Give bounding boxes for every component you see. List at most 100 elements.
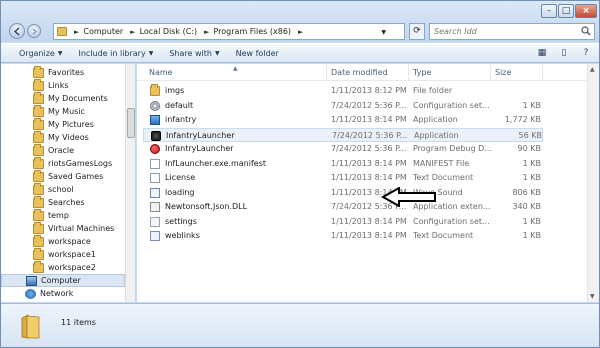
file-icon [150, 216, 160, 227]
file-size: 340 KB [512, 202, 541, 211]
nav-item[interactable]: workspace1 [1, 247, 125, 261]
include-in-library-button[interactable]: Include in library ▼ [70, 43, 161, 63]
nav-item-label: Links [48, 81, 69, 90]
file-type: Application [413, 115, 458, 124]
nav-item[interactable]: Computer [1, 274, 125, 287]
file-type: Configuration set... [413, 216, 490, 226]
nav-item-label: workspace [48, 237, 91, 246]
search-input[interactable]: Search Idd [429, 23, 595, 40]
file-row[interactable]: default 7/24/2012 5:36 P... Configuration … [143, 99, 543, 113]
folder-icon [33, 91, 44, 104]
nav-item-label: riotsGamesLogs [48, 159, 113, 168]
nav-item[interactable]: riotsGamesLogs [1, 156, 125, 170]
view-options-icon[interactable]: ▦ [535, 46, 549, 60]
maximize-button[interactable]: □ [558, 4, 574, 18]
nav-item[interactable]: Virtual Machines [1, 221, 125, 235]
chevron-down-icon[interactable]: ▼ [381, 29, 386, 36]
nav-item[interactable]: Oracle [1, 143, 125, 157]
organize-label: Organize [19, 48, 55, 58]
preview-pane-icon[interactable]: ▯ [557, 46, 571, 60]
nav-item[interactable]: My Music [1, 104, 125, 118]
file-icon [150, 231, 160, 241]
breadcrumb-local-disk[interactable]: Local Disk (C:) [140, 27, 198, 36]
new-folder-button[interactable]: New folder [228, 43, 287, 63]
scroll-up-icon[interactable]: ▲ [590, 66, 595, 73]
folder-icon [21, 314, 40, 339]
file-size: 1 KB [522, 231, 541, 240]
nav-item-label: workspace2 [48, 263, 96, 272]
file-row[interactable]: InfantryLauncher 7/24/2012 5:36 P... Appli… [143, 127, 543, 142]
column-header-date[interactable]: Date modified [327, 64, 409, 81]
file-date: 1/11/2013 8:14 PM [331, 231, 407, 240]
breadcrumb-program-files[interactable]: Program Files (x86) [213, 27, 291, 36]
nav-item-label: Network [40, 289, 74, 298]
folder-icon [33, 169, 44, 182]
column-header-size[interactable]: Size [491, 64, 543, 81]
column-header-row: Name Date modified Type Size ▲ [137, 64, 599, 81]
file-row[interactable]: InfantryLauncher 7/24/2012 5:36 P... Progr… [143, 142, 543, 156]
nav-item[interactable]: Saved Games [1, 169, 125, 183]
scrollbar-thumb[interactable] [127, 108, 135, 138]
explorer-window: – □ × ► Computer ► Local Disk (C:) ► Pro… [0, 0, 600, 348]
nav-item[interactable]: school [1, 182, 125, 196]
file-size: 1,772 KB [504, 115, 541, 124]
file-row[interactable]: weblinks 1/11/2013 8:14 PM Text Document 1 … [143, 229, 543, 243]
nav-item[interactable]: workspace [1, 234, 125, 248]
file-date: 7/24/2012 5:36 P... [332, 130, 408, 140]
breadcrumb-computer[interactable]: Computer [83, 27, 123, 36]
column-header-type[interactable]: Type [409, 64, 491, 81]
nav-item[interactable]: My Pictures [1, 117, 125, 131]
share-with-button[interactable]: Share with ▼ [161, 43, 227, 63]
back-button[interactable] [9, 23, 25, 39]
file-date: 7/24/2012 5:36 P... [331, 144, 407, 153]
nav-item[interactable]: My Videos [1, 130, 125, 144]
close-button[interactable]: × [575, 4, 597, 18]
folder-icon [33, 78, 44, 91]
file-row[interactable]: Newtonsoft.Json.DLL 7/24/2012 5:36 P... Ap… [143, 200, 543, 214]
nav-scrollbar[interactable] [125, 64, 135, 302]
organize-button[interactable]: Organize ▼ [1, 43, 70, 63]
file-row[interactable]: License 1/11/2013 8:14 PM Text Document 1 K… [143, 171, 543, 185]
folder-icon [33, 247, 44, 260]
nav-item[interactable]: My Documents [1, 91, 125, 105]
control-panel-icon [25, 301, 36, 302]
minimize-button[interactable]: – [541, 4, 557, 18]
nav-item[interactable]: Network [1, 287, 125, 300]
file-date: 1/11/2013 8:14 PM [331, 158, 407, 168]
file-name: loading [165, 187, 195, 197]
file-name: settings [165, 216, 197, 226]
file-row[interactable]: infantry 1/11/2013 8:14 PM Application 1,77… [143, 113, 543, 127]
file-name: default [165, 100, 194, 110]
refresh-button[interactable]: ⟳ [409, 23, 425, 40]
file-size: 90 KB [517, 144, 541, 153]
file-list: Name Date modified Type Size ▲ imgs 1/11/… [137, 64, 599, 302]
folder-icon [33, 156, 44, 169]
file-icon [150, 202, 160, 212]
help-icon[interactable]: ? [579, 46, 593, 60]
file-row[interactable]: InfLauncher.exe.manifest 1/11/2013 8:14 P… [143, 157, 543, 171]
new-folder-label: New folder [235, 48, 279, 58]
breadcrumb-separator[interactable]: ► [204, 28, 209, 36]
nav-item[interactable]: Control Panel [1, 300, 125, 302]
nav-item[interactable]: Links [1, 78, 125, 92]
include-label: Include in library [78, 48, 146, 58]
scroll-down-icon[interactable]: ▼ [590, 293, 595, 300]
star-folder-icon [33, 65, 44, 78]
breadcrumb-separator[interactable]: ► [130, 28, 135, 36]
file-row[interactable]: imgs 1/11/2013 8:12 PM File folder [143, 84, 543, 98]
file-icon [151, 130, 161, 141]
file-row[interactable]: loading 1/11/2013 8:14 PM Wave Sound 806 KB [143, 186, 543, 200]
nav-item-label: Favorites [48, 68, 85, 77]
address-bar[interactable]: ► Computer ► Local Disk (C:) ► Program F… [53, 23, 405, 40]
breadcrumb-separator[interactable]: ► [298, 28, 303, 36]
file-row[interactable]: settings 1/11/2013 8:14 PM Configuration s… [143, 215, 543, 229]
file-date: 1/11/2013 8:14 PM [331, 115, 407, 124]
nav-item[interactable]: Searches [1, 195, 125, 209]
nav-item[interactable]: temp [1, 208, 125, 222]
file-list-scrollbar[interactable]: ▲ ▼ [587, 64, 599, 302]
file-size: 1 KB [522, 158, 541, 168]
forward-button[interactable] [27, 24, 41, 38]
breadcrumb-separator[interactable]: ► [74, 28, 79, 36]
nav-item[interactable]: Favorites [1, 65, 125, 79]
nav-item[interactable]: workspace2 [1, 260, 125, 274]
